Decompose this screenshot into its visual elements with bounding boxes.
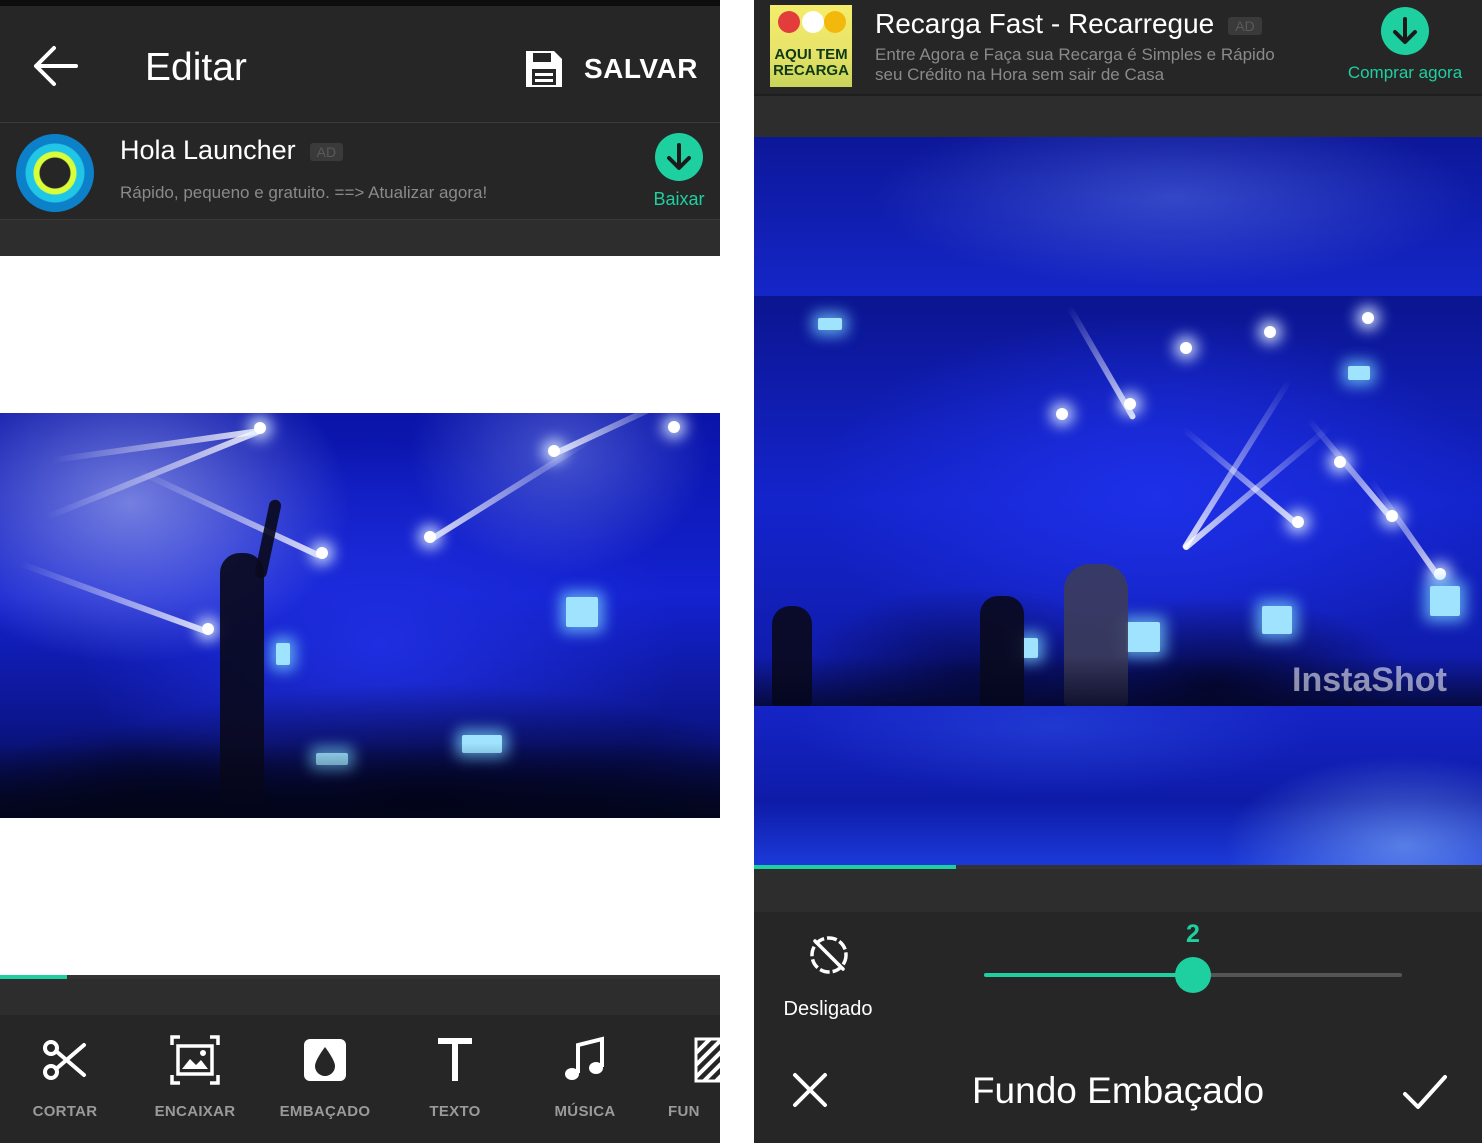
tool-label: CORTAR — [32, 1103, 98, 1120]
close-icon — [793, 1073, 827, 1107]
stage-light — [424, 531, 436, 543]
top-toolbar: Editar SALVAR — [0, 6, 720, 122]
stage-light — [1334, 456, 1346, 468]
tool-fit[interactable]: ENCAIXAR — [130, 1015, 260, 1143]
ad-spacer — [0, 220, 720, 256]
video-preview[interactable] — [0, 413, 720, 818]
fit-frame-icon — [170, 1035, 220, 1085]
ad-description: Rápido, pequeno e gratuito. ==> Atualiza… — [120, 183, 488, 202]
checkmark-icon — [1403, 1075, 1447, 1109]
blurred-background-top — [754, 137, 1482, 296]
stage-light — [668, 421, 680, 433]
blur-drop-icon — [304, 1039, 346, 1081]
tool-background[interactable]: FUN — [650, 1015, 720, 1143]
ad-buy-label[interactable]: Comprar agora — [1334, 63, 1476, 83]
save-label: SALVAR — [584, 53, 698, 84]
blur-off-label: Desligado — [783, 998, 873, 1020]
logo-badge — [802, 11, 824, 33]
video-preview[interactable] — [754, 296, 1482, 706]
tool-bar: CORTAR ENCAIXAR EMBAÇADO TEXTO MÚSICA FU… — [0, 1015, 720, 1143]
stage-light — [1124, 398, 1136, 410]
tool-label: TEXTO — [429, 1103, 481, 1120]
floppy-disk-icon — [526, 51, 562, 87]
stage-light — [316, 547, 328, 559]
tool-music[interactable]: MÚSICA — [520, 1015, 650, 1143]
led-panel — [1430, 586, 1460, 616]
led-panel — [1348, 366, 1370, 380]
blur-level-thumb[interactable] — [1175, 957, 1211, 993]
music-note-icon — [565, 1036, 604, 1080]
panel-title: Fundo Embaçado — [971, 1070, 1265, 1111]
led-panel — [1262, 606, 1292, 634]
confirm-button[interactable] — [1402, 1072, 1448, 1112]
arrow-left-icon — [34, 46, 78, 86]
video-canvas[interactable] — [754, 137, 1482, 865]
logo-badge — [778, 11, 800, 33]
blur-level-value: 2 — [1186, 920, 1200, 948]
ad-badge: AD — [1228, 16, 1262, 35]
tool-label: FUN — [668, 1103, 700, 1120]
logo-text-line2: RECARGA — [773, 62, 849, 79]
text-icon — [438, 1038, 472, 1081]
page-title: Editar — [145, 46, 247, 89]
ad-spacer — [754, 96, 1482, 137]
tool-text[interactable]: TEXTO — [390, 1015, 520, 1143]
stage-light — [1386, 510, 1398, 522]
stage-light — [202, 623, 214, 635]
blur-controls: Desligado 2 Fundo Embaçado — [754, 912, 1482, 1143]
ad-title: Recarga Fast - Recarregue AD — [875, 8, 1262, 40]
pattern-icon — [694, 1037, 720, 1083]
ad-title-text: Recarga Fast - Recarregue — [875, 8, 1215, 39]
timeline-strip — [0, 979, 720, 1015]
save-button[interactable]: SALVAR — [524, 46, 698, 92]
tool-cut[interactable]: CORTAR — [0, 1015, 130, 1143]
download-arrow-icon — [667, 143, 691, 170]
ad-banner[interactable]: Hola Launcher AD Rápido, pequeno e gratui… — [0, 122, 720, 220]
ad-app-logo — [16, 134, 94, 212]
ad-banner[interactable]: AQUI TEM RECARGA Recarga Fast - Recarreg… — [754, 0, 1482, 96]
stage-light — [548, 445, 560, 457]
tool-label: ENCAIXAR — [154, 1103, 236, 1120]
watermark: InstaShot — [1292, 661, 1447, 699]
stage-light — [1180, 342, 1192, 354]
stage-light — [1056, 408, 1068, 420]
ad-title: Hola Launcher AD — [120, 135, 344, 166]
logo-badge — [824, 11, 846, 33]
tool-label: EMBAÇADO — [279, 1103, 371, 1120]
ad-badge: AD — [309, 142, 344, 161]
stage-light — [1292, 516, 1304, 528]
led-panel — [566, 597, 598, 627]
logo-text-line1: AQUI TEM — [774, 46, 848, 63]
scissors-icon — [43, 1040, 86, 1080]
ad-description: Entre Agora e Faça sua Recarga é Simples… — [875, 45, 1275, 84]
ad-download-label[interactable]: Baixar — [644, 189, 714, 210]
stage-floor — [0, 743, 720, 818]
back-button[interactable] — [30, 44, 84, 88]
blurred-background-bottom — [754, 706, 1482, 865]
stage-light — [1362, 312, 1374, 324]
blur-level-fill — [984, 973, 1193, 977]
cancel-button[interactable] — [790, 1070, 830, 1110]
led-panel — [1126, 622, 1160, 652]
ad-app-logo: AQUI TEM RECARGA — [770, 5, 852, 87]
download-arrow-icon — [1393, 17, 1417, 44]
editor-screen: Editar SALVAR Hola Launcher AD Rápido, pe… — [0, 0, 720, 1143]
blur-background-screen: AQUI TEM RECARGA Recarga Fast - Recarreg… — [754, 0, 1482, 1143]
stage-light — [254, 422, 266, 434]
ad-download-button[interactable] — [655, 133, 703, 181]
tool-blur[interactable]: EMBAÇADO — [260, 1015, 390, 1143]
timeline-strip — [754, 869, 1482, 912]
stage-light — [1434, 568, 1446, 580]
tool-label: MÚSICA — [554, 1103, 616, 1120]
ad-title-text: Hola Launcher — [120, 135, 296, 165]
stage-light — [1264, 326, 1276, 338]
led-panel — [818, 318, 842, 330]
led-panel — [276, 643, 290, 665]
ad-buy-button[interactable] — [1381, 7, 1429, 55]
disabled-circle-icon — [810, 936, 848, 974]
blur-off-button[interactable]: Desligado — [768, 930, 888, 1030]
led-panel — [1022, 638, 1038, 658]
